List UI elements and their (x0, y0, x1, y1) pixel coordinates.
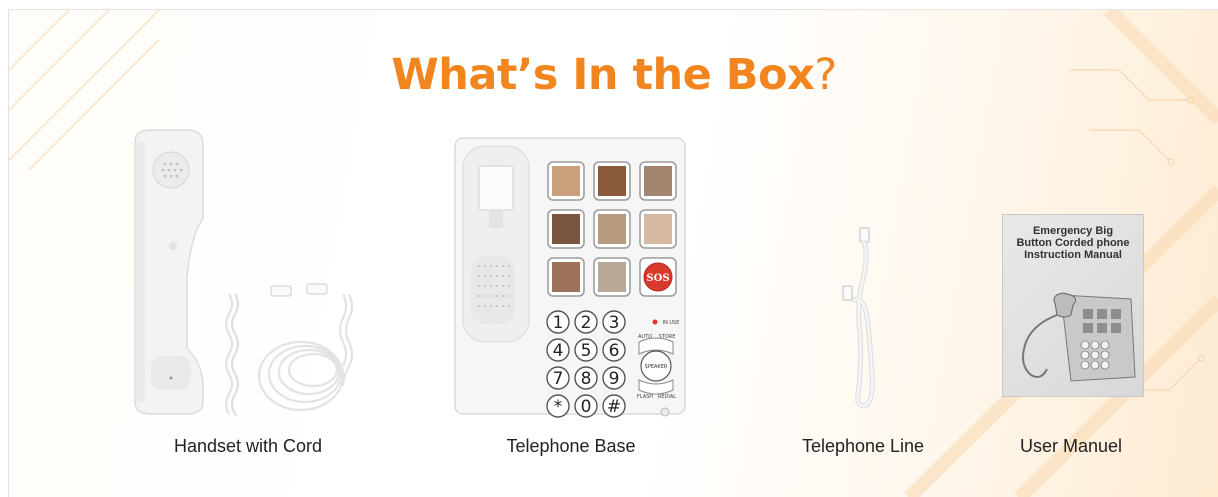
handset-with-cord-image (134, 129, 354, 416)
telephone-base-image: SOS 1 2 3 4 5 6 7 8 9 * 0 # IN USE AUTO … (454, 137, 686, 418)
caption-telephone-line: Telephone Line (801, 436, 925, 456)
key-6: 6 (609, 341, 620, 361)
key-8: 8 (581, 369, 592, 389)
manual-title-line-1: Emergency Big (1032, 225, 1114, 237)
title-question-mark: ? (814, 50, 837, 100)
in-use-led-icon (652, 319, 658, 325)
key-2: 2 (581, 313, 592, 333)
caption-telephone-base: Telephone Base (506, 436, 636, 456)
key-5: 5 (581, 341, 592, 361)
page-title: What’s In the Box? (9, 50, 1218, 100)
manual-title-line-2: Button Corded phone (1016, 237, 1130, 249)
product-box-contents-banner: What’s In the Box? SOS 1 2 3 4 5 6 7 8 9… (8, 9, 1218, 497)
in-use-label: IN USE (663, 320, 680, 326)
key-hash: # (607, 397, 621, 417)
key-4: 4 (553, 341, 564, 361)
key-3: 3 (609, 313, 620, 333)
sos-label: SOS (646, 273, 669, 284)
key-1: 1 (553, 313, 564, 333)
speaker-label: SPEAKER (645, 364, 668, 370)
key-star: * (554, 397, 563, 417)
manual-phone-illustration (1022, 292, 1136, 382)
flash-label: FLASH (637, 394, 653, 400)
caption-user-manual: User Manuel (1019, 436, 1123, 456)
manual-title-line-3: Instruction Manual (1024, 249, 1122, 261)
telephone-line-image (842, 227, 875, 409)
redial-label: REDIAL (658, 394, 676, 400)
user-manual-image: Emergency Big Button Corded phone Instru… (1002, 214, 1144, 397)
key-9: 9 (609, 369, 620, 389)
title-text: What’s In the Box (391, 50, 815, 100)
manual-cover-title: Emergency Big Button Corded phone Instru… (1003, 225, 1143, 261)
key-7: 7 (553, 369, 564, 389)
caption-handset-with-cord: Handset with Cord (173, 436, 323, 456)
key-0: 0 (581, 397, 592, 417)
